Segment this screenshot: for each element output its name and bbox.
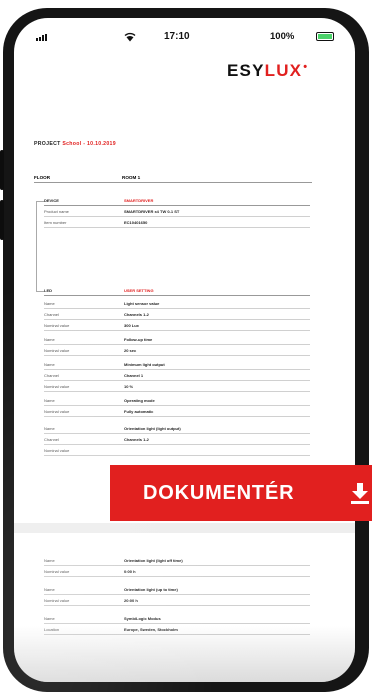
- project-label: PROJECT: [34, 141, 61, 147]
- table-row: Nominal value 0:00 h: [44, 567, 310, 577]
- page-separator: [14, 523, 355, 533]
- table-row: Name Orientation light (up to time): [44, 585, 310, 595]
- bottom-shadow: [14, 626, 355, 682]
- table-row: Name Follow-up time: [44, 335, 310, 345]
- status-time: 17:10: [164, 31, 190, 42]
- room-header: ROOM 1: [122, 175, 141, 180]
- table-row: Name SymbiLogic Modus: [44, 614, 310, 624]
- phone-side-button: [0, 200, 4, 240]
- tree-connector: [36, 201, 37, 291]
- table-row: Nominal value 20:00 h: [44, 596, 310, 606]
- table-row: Nominal value 10 %: [44, 382, 310, 392]
- table-row: Name Light sensor value: [44, 299, 310, 309]
- table-row: Channel Channels 1-2: [44, 435, 310, 445]
- esylux-logo: ESYLUX•: [227, 61, 309, 80]
- signal-icon: [36, 34, 47, 41]
- table-row: Nominal value Fully automatic: [44, 407, 310, 417]
- table-row: Name Operating mode: [44, 396, 310, 406]
- phone-side-button: [0, 150, 4, 190]
- led-group-title: LED USER SETTING: [44, 286, 310, 296]
- project-title: PROJECT School - 10.10.2019: [34, 141, 116, 147]
- table-row: Nominal value 20 sec: [44, 346, 310, 356]
- download-icon: [351, 483, 369, 504]
- battery-icon: [316, 32, 334, 41]
- table-row: Name Orientation light (light off time): [44, 556, 310, 566]
- dokumenter-button[interactable]: DOKUMENTÉR: [110, 465, 372, 521]
- status-bar: 17:10 100%: [14, 18, 355, 52]
- table-row: Channel Channels 1-2: [44, 310, 310, 320]
- table-row: Item number EC10401650: [44, 218, 310, 228]
- table-row: Channel Channel 1: [44, 371, 310, 381]
- table-row: Nominal value 300 Lux: [44, 321, 310, 331]
- table-row: Name Orientation light (light output): [44, 424, 310, 434]
- table-row: Name Minimum light output: [44, 360, 310, 370]
- phone-screen: 17:10 100% ESYLUX• PROJECT School - 10.1…: [14, 18, 355, 682]
- battery-percentage: 100%: [270, 31, 295, 42]
- tree-connector: [36, 291, 44, 292]
- device-group-title: DEVICE SMARTDRIVER: [44, 196, 310, 206]
- floor-header: FLOOR: [34, 175, 51, 180]
- table-row: Nominal value: [44, 446, 310, 456]
- divider: [34, 182, 312, 183]
- dokumenter-label: DOKUMENTÉR: [143, 482, 295, 504]
- wifi-icon: [124, 32, 136, 42]
- project-name: School - 10.10.2019: [62, 141, 116, 147]
- table-row: Product name SMARTDRIVER x4 TW 0-1 ST: [44, 207, 310, 217]
- tree-connector: [36, 201, 44, 202]
